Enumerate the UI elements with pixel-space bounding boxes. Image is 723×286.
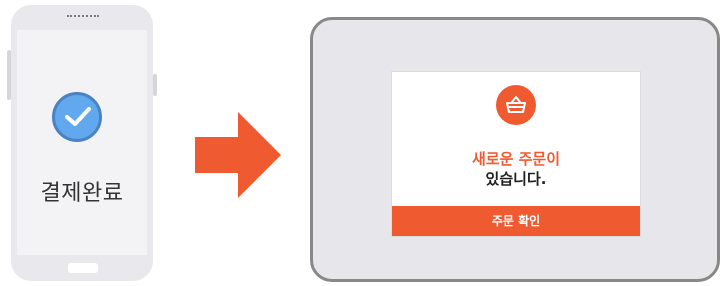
dialog-message: 있습니다. <box>485 170 547 188</box>
phone-home-button[interactable] <box>68 263 98 273</box>
shopping-basket-icon <box>496 85 536 125</box>
confirm-order-button[interactable]: 주문 확인 <box>392 206 640 236</box>
phone-side-button-right <box>153 74 157 96</box>
phone-device: 결제완료 <box>11 5 153 281</box>
payment-complete-label: 결제완료 <box>40 181 124 206</box>
arrow-right-icon <box>193 110 283 204</box>
new-order-dialog: 새로운 주문이 있습니다. 주문 확인 <box>391 71 641 237</box>
dialog-title: 새로운 주문이 <box>471 150 561 168</box>
phone-screen <box>17 30 147 255</box>
phone-speaker <box>67 15 99 17</box>
check-circle-icon <box>52 92 102 142</box>
